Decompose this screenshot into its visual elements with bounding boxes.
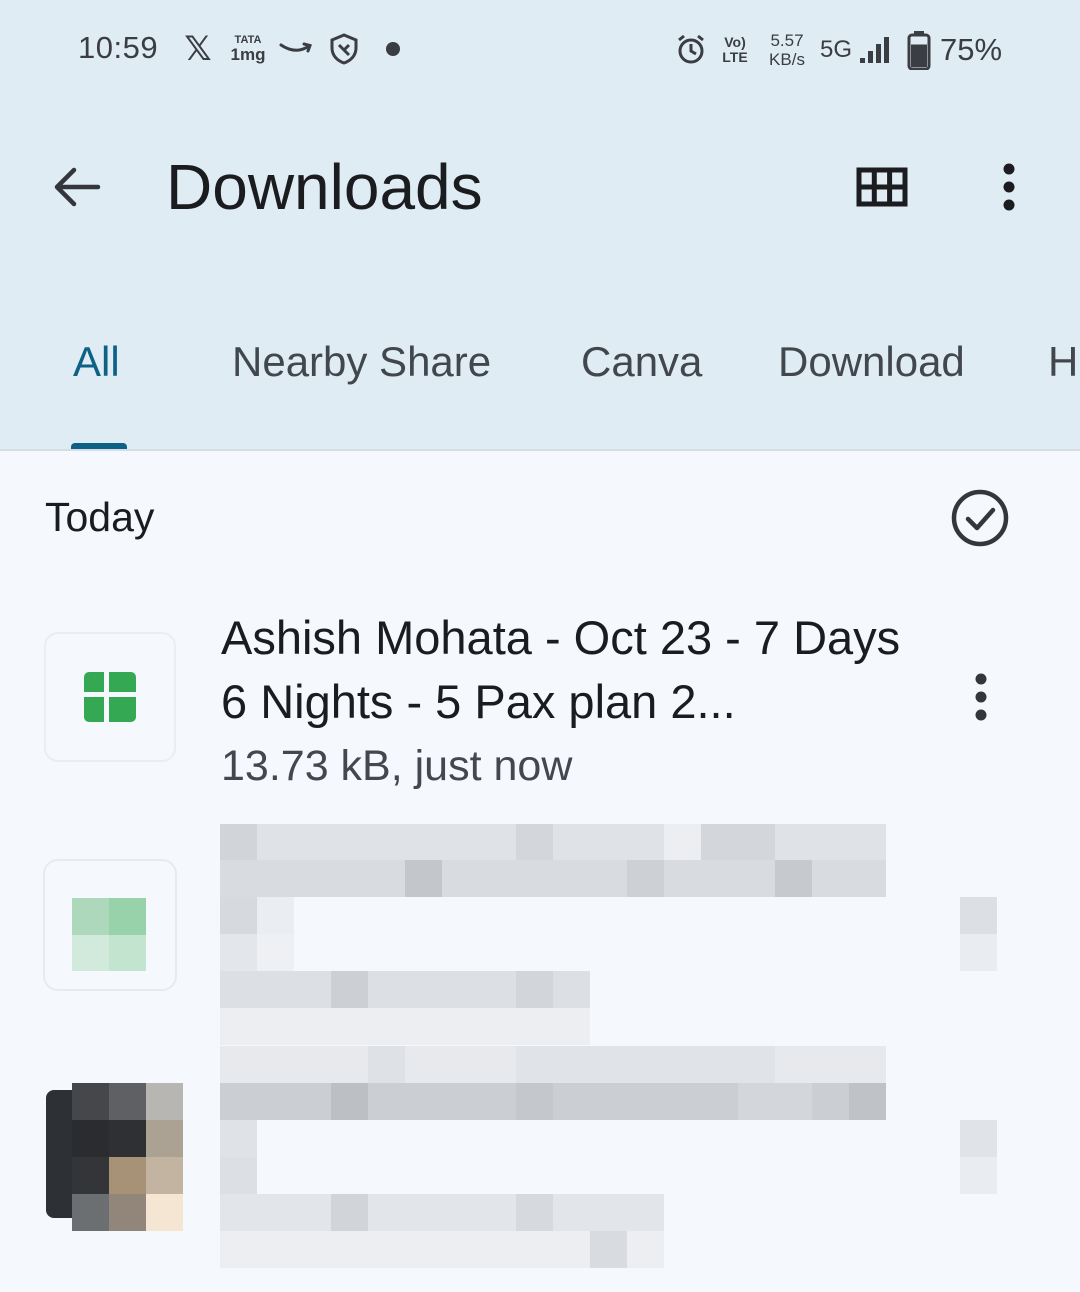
more-options-button[interactable] (978, 154, 1040, 220)
battery-percent: 75% (940, 32, 1003, 67)
tab-all[interactable]: All (73, 338, 120, 386)
tab-canva[interactable]: Canva (581, 338, 702, 386)
check-circle-icon (951, 489, 1009, 547)
tab-h[interactable]: H (1048, 338, 1078, 386)
signal-icon (856, 34, 894, 66)
pixelated-content (43, 824, 997, 1045)
speed-value: 5.57 (770, 31, 804, 50)
grid-view-button[interactable] (846, 156, 918, 218)
1mg-label: 1mg (230, 45, 266, 64)
x-icon: 𝕏 (184, 30, 212, 68)
network-speed: 5.57 KB/s (764, 30, 810, 70)
more-vert-icon (975, 673, 987, 721)
pixelated-content (46, 1046, 997, 1268)
shield-icon (328, 32, 360, 66)
volte-icon: Vo) LTE (718, 34, 752, 66)
section-title-today: Today (45, 494, 155, 540)
network-type: 5G (819, 36, 852, 63)
grid-view-icon (856, 167, 908, 207)
page-title: Downloads (166, 151, 483, 223)
battery-icon (906, 30, 932, 70)
more-vert-icon (1003, 163, 1015, 211)
amazon-icon (278, 36, 314, 62)
file-meta: 13.73 kB, just now (221, 742, 573, 790)
tab-download[interactable]: Download (778, 338, 965, 386)
speed-unit: KB/s (769, 50, 805, 69)
header-divider (0, 449, 1080, 451)
spreadsheet-icon (84, 672, 136, 722)
volte-bottom-label: LTE (722, 49, 748, 65)
dot-icon (386, 42, 400, 56)
alarm-icon (674, 32, 708, 66)
back-arrow-icon (54, 167, 101, 207)
volte-top-label: Vo) (724, 34, 746, 50)
blurred-file-item-3[interactable] (0, 1044, 1080, 1292)
tata-1mg-icon: TATA 1mg (230, 32, 266, 66)
file-name[interactable]: Ashish Mohata - Oct 23 - 7 Days 6 Nights… (221, 606, 921, 734)
status-time: 10:59 (78, 30, 159, 65)
status-bar: 10:59 𝕏 TATA 1mg Vo) LTE 5.57 KB/s 5G 75… (0, 0, 1080, 100)
back-button[interactable] (44, 154, 110, 220)
file-more-button[interactable] (952, 664, 1010, 730)
select-all-button[interactable] (948, 486, 1012, 550)
tab-nearby-share[interactable]: Nearby Share (232, 338, 491, 386)
file-thumbnail[interactable] (44, 632, 176, 762)
blurred-file-item-2[interactable] (0, 820, 1080, 1060)
